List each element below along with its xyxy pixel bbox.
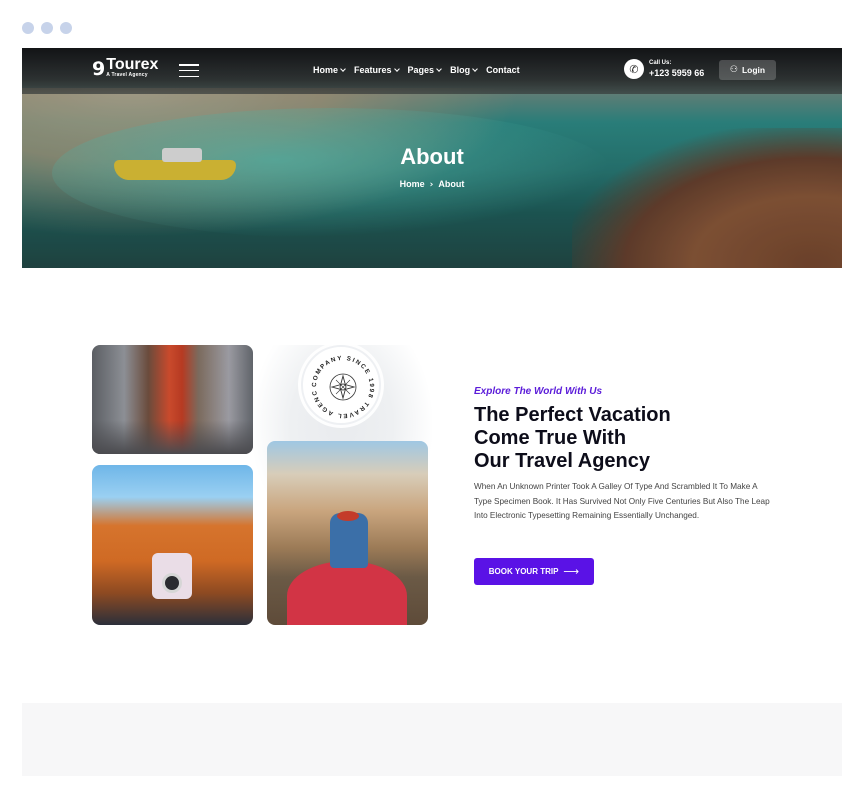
window-dot <box>60 22 72 34</box>
nav-item-contact[interactable]: Contact <box>486 65 520 75</box>
logo-tagline: A Travel Agency <box>106 72 148 78</box>
chevron-down-icon <box>472 65 478 72</box>
window-controls <box>22 22 72 34</box>
user-icon: ⚇ <box>729 65 738 75</box>
section-description: When An Unknown Printer Took A Galley Of… <box>474 482 770 520</box>
phone-icon: ✆ <box>624 59 644 79</box>
nav-item-features[interactable]: Features <box>354 65 400 75</box>
company-since-badge: COMPANY SINCE 1998 TRAVEL AGENCY <box>301 345 381 425</box>
main-navbar: 9 Tourex A Travel Agency Home Features P… <box>22 48 842 94</box>
window-dot <box>22 22 34 34</box>
hero-banner: 9 Tourex A Travel Agency Home Features P… <box>22 48 842 268</box>
nav-item-home[interactable]: Home <box>313 65 346 75</box>
breadcrumb-current: About <box>438 179 465 189</box>
site-logo[interactable]: 9 Tourex A Travel Agency <box>92 56 159 81</box>
page-title: About <box>400 144 464 169</box>
nav-menu: Home Features Pages Blog Contact <box>313 65 520 75</box>
photo-city-tram <box>92 345 253 454</box>
call-label: Call Us: <box>649 60 672 66</box>
logo-mark: 9 <box>92 58 106 80</box>
arrow-right-icon: ⟶ <box>563 565 580 578</box>
call-us[interactable]: ✆ Call Us: +123 5959 66 <box>624 59 704 79</box>
about-collage: COMPANY SINCE 1998 TRAVEL AGENCY <box>92 345 432 625</box>
compass-icon: COMPANY SINCE 1998 TRAVEL AGENCY <box>303 347 373 419</box>
photo-cathedral-camera <box>92 465 253 625</box>
chevron-down-icon <box>340 65 346 72</box>
logo-name: Tourex <box>106 56 159 73</box>
next-section-band <box>22 703 842 776</box>
nav-item-pages[interactable]: Pages <box>408 65 442 75</box>
chevron-down-icon <box>393 65 400 72</box>
chevron-down-icon <box>436 65 442 72</box>
call-number: +123 5959 66 <box>649 68 705 78</box>
breadcrumb: Home › About <box>22 179 842 190</box>
breadcrumb-separator: › <box>429 180 434 190</box>
breadcrumb-home[interactable]: Home <box>400 179 425 189</box>
section-eyebrow: Explore The World With Us <box>474 386 603 397</box>
hamburger-icon[interactable] <box>179 64 199 77</box>
window-dot <box>41 22 53 34</box>
login-button[interactable]: ⚇ Login <box>719 60 776 80</box>
nav-item-blog[interactable]: Blog <box>450 65 478 75</box>
book-trip-button[interactable]: BOOK YOUR TRIP ⟶ <box>474 558 594 585</box>
section-heading: The Perfect Vacation Come True With Our … <box>474 404 671 472</box>
photo-kayak-river <box>267 441 428 625</box>
